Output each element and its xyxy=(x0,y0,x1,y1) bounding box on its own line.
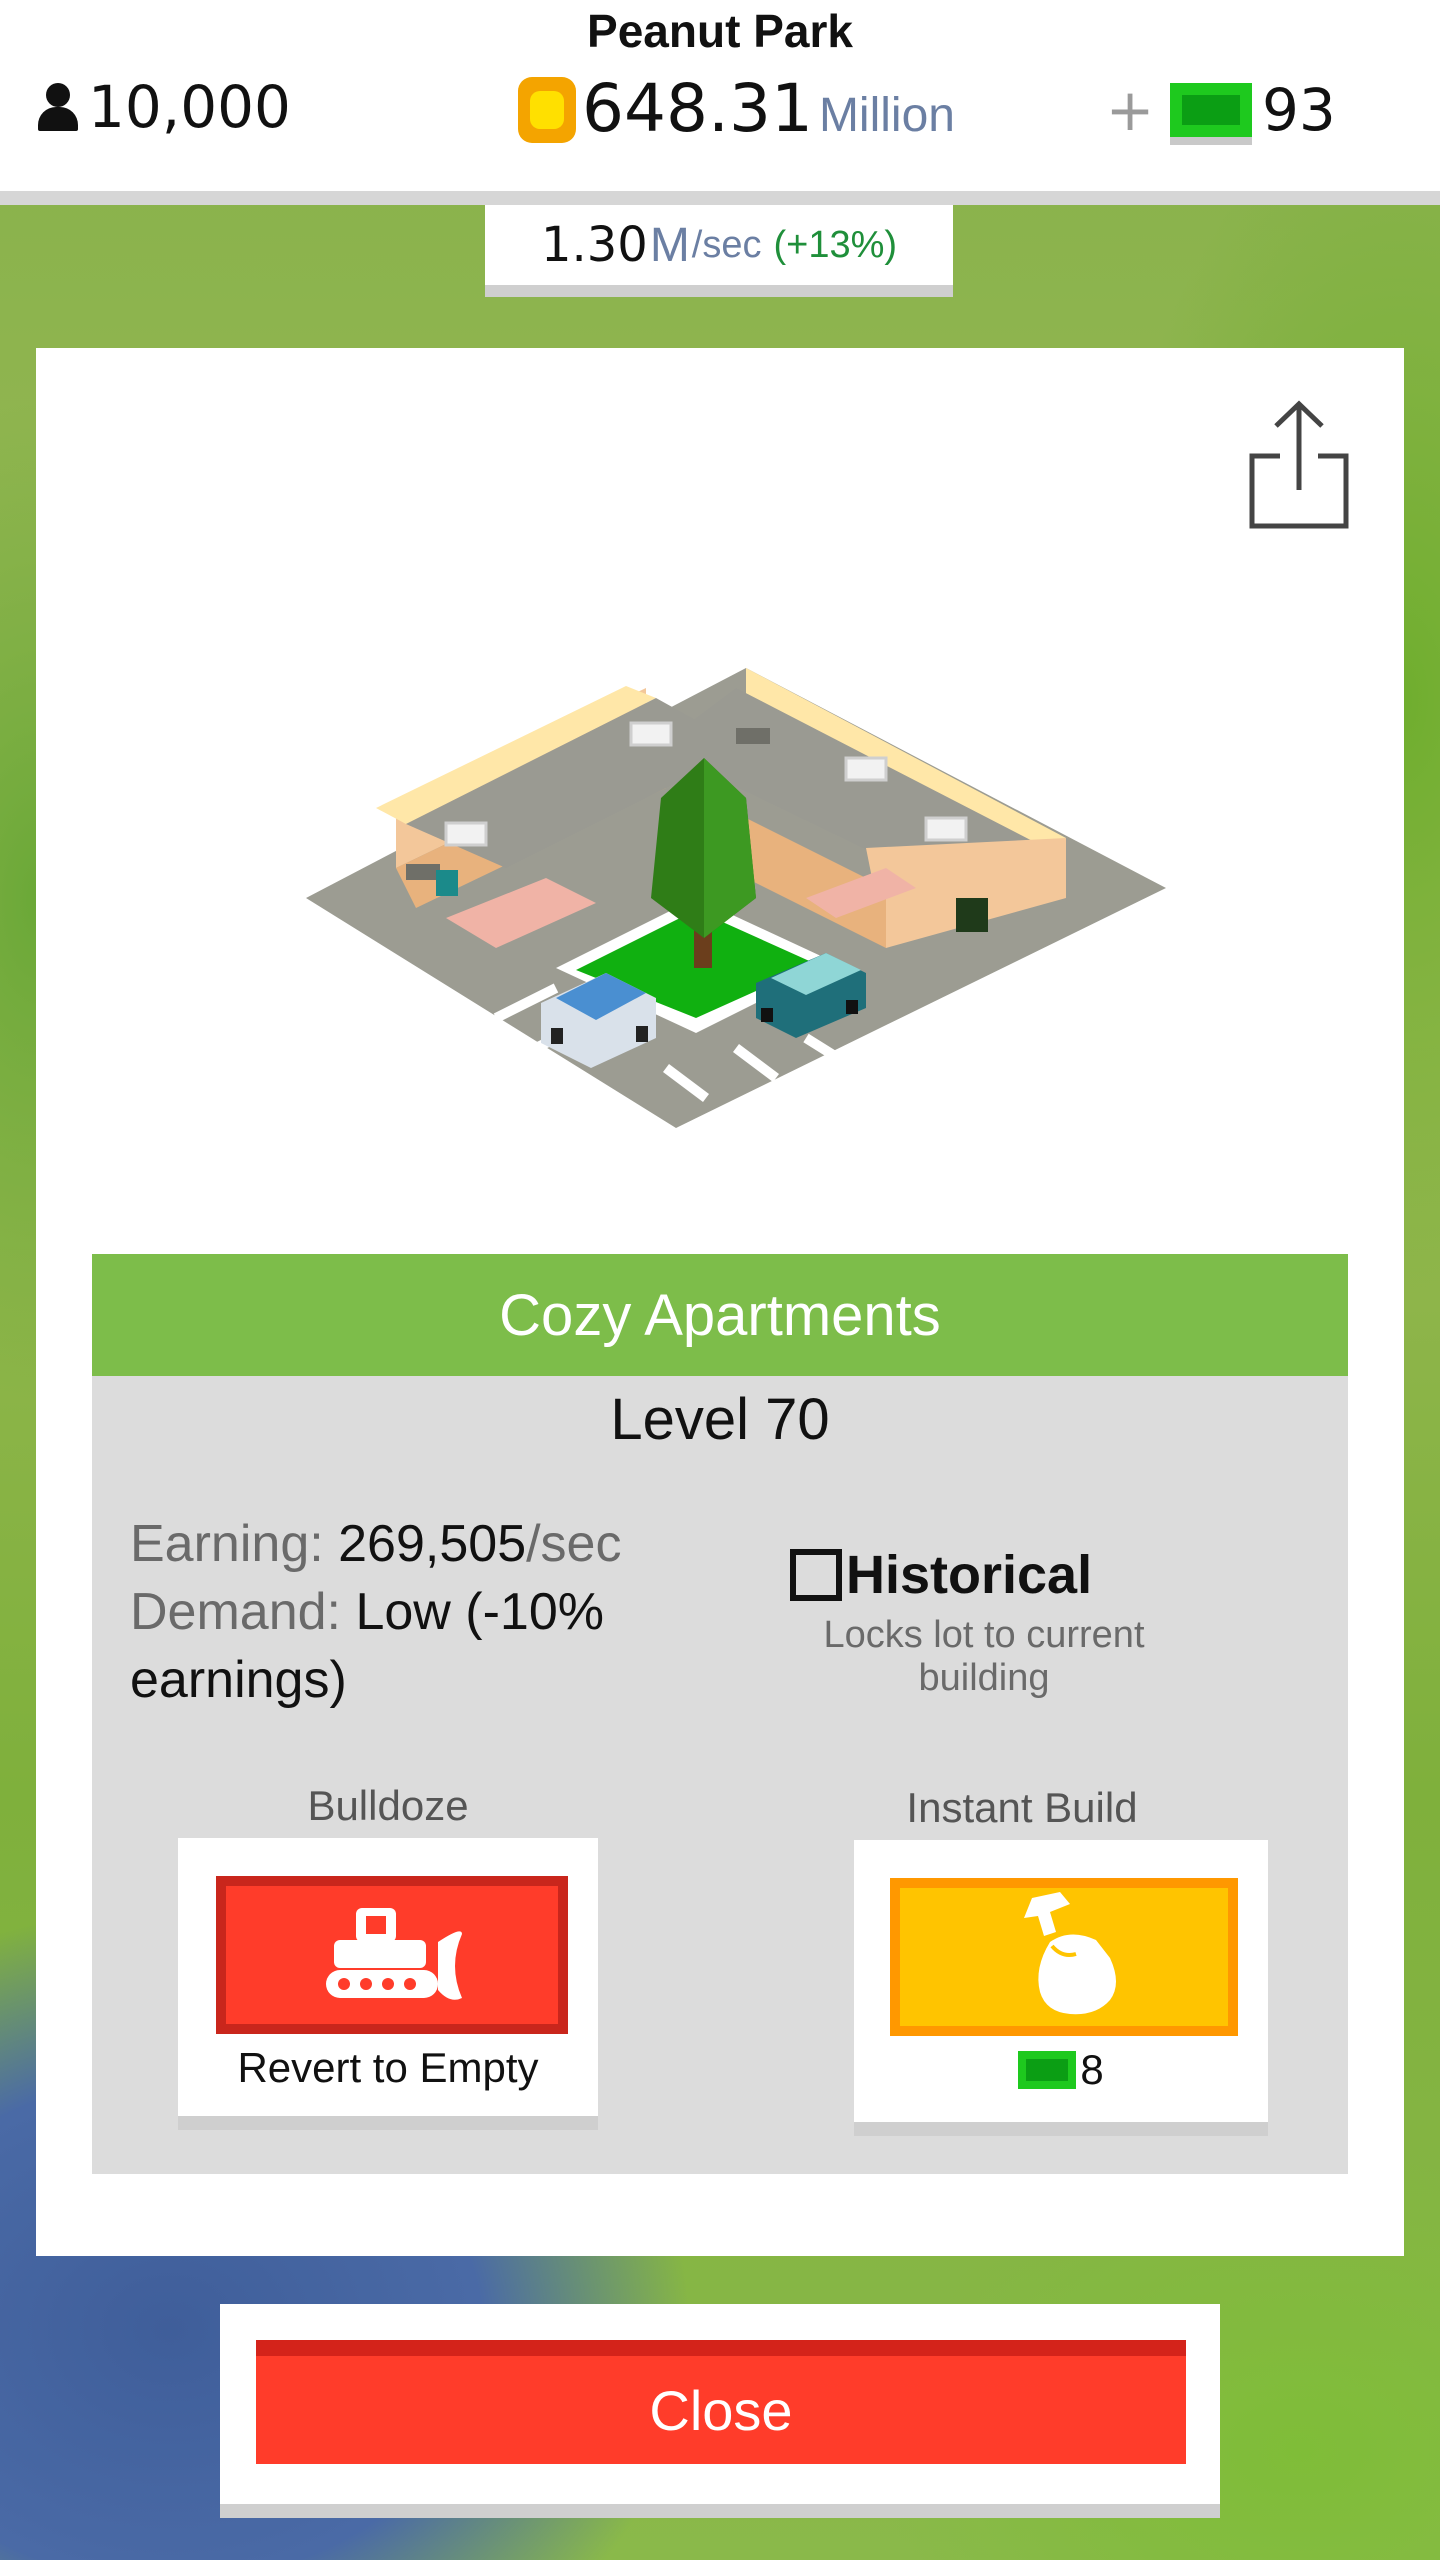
bulldoze-card: Revert to Empty xyxy=(178,1838,598,2130)
historical-description: Locks lot to current building xyxy=(823,1614,1145,1699)
population-counter: 10,000 xyxy=(34,72,291,142)
historical-label: Historical xyxy=(846,1545,1093,1605)
hammer-hand-icon xyxy=(1024,1892,1116,2015)
coin-icon xyxy=(518,77,576,143)
top-bar: Peanut Park 10,000 648.31 Million + 93 xyxy=(0,0,1440,205)
rate-bonus: (+13%) xyxy=(773,223,898,266)
historical-checkbox-row[interactable]: Historical xyxy=(790,1544,1310,1606)
building-detail-panel: Cozy Apartments Level 70 Earning: 269,50… xyxy=(36,348,1404,2256)
earning-unit: /sec xyxy=(526,1515,622,1573)
city-name: Peanut Park xyxy=(587,5,853,57)
instant-build-caption: Instant Build xyxy=(906,1784,1138,1831)
income-rate-tab: 1.30 M /sec (+13%) xyxy=(485,205,953,297)
close-card: Close xyxy=(220,2304,1220,2518)
bulldoze-caption: Bulldoze xyxy=(307,1782,469,1829)
earning-label: Earning: xyxy=(130,1515,324,1573)
demand-row: Demand: Low (-10% earnings) xyxy=(130,1578,690,1714)
bill-icon xyxy=(1170,83,1252,137)
rate-value: 1.30 xyxy=(540,217,648,273)
money-counter: 648.31 Million xyxy=(518,70,955,150)
instant-build-cost: 8 xyxy=(854,2046,1268,2094)
population-value: 10,000 xyxy=(88,73,291,141)
share-button[interactable] xyxy=(1244,398,1354,538)
cash-value: 93 xyxy=(1262,76,1336,144)
building-info: Cozy Apartments Level 70 Earning: 269,50… xyxy=(92,1254,1348,2174)
building-stats: Earning: 269,505/sec Demand: Low (-10% e… xyxy=(130,1510,690,1714)
add-cash-button[interactable]: + xyxy=(1100,76,1160,144)
instant-build-cost-value: 8 xyxy=(1080,2046,1104,2093)
rate-unit: M xyxy=(649,218,690,272)
historical-checkbox[interactable] xyxy=(790,1549,842,1601)
building-illustration xyxy=(306,668,1166,1128)
close-button[interactable]: Close xyxy=(256,2340,1186,2464)
revert-to-empty-label: Revert to Empty xyxy=(237,2044,539,2091)
rate-unit-suffix: /sec xyxy=(691,223,762,266)
building-level: Level 70 xyxy=(610,1387,830,1452)
money-unit: Million xyxy=(818,89,955,142)
bill-icon xyxy=(1018,2051,1077,2089)
share-icon xyxy=(1249,400,1349,529)
historical-toggle: Historical Locks lot to current building xyxy=(790,1544,1310,1700)
earning-row: Earning: 269,505/sec xyxy=(130,1510,690,1578)
bulldoze-button[interactable] xyxy=(216,1876,568,2034)
bulldozer-icon xyxy=(326,1908,462,2000)
demand-label: Demand: xyxy=(130,1583,341,1641)
money-value: 648.31 xyxy=(582,70,813,147)
earning-value: 269,505 xyxy=(338,1515,527,1573)
cash-counter: + 93 xyxy=(1100,70,1336,150)
person-icon xyxy=(34,81,82,133)
instant-build-card: 8 xyxy=(854,1840,1268,2136)
building-name: Cozy Apartments xyxy=(92,1254,1348,1376)
instant-build-button[interactable] xyxy=(890,1878,1238,2036)
